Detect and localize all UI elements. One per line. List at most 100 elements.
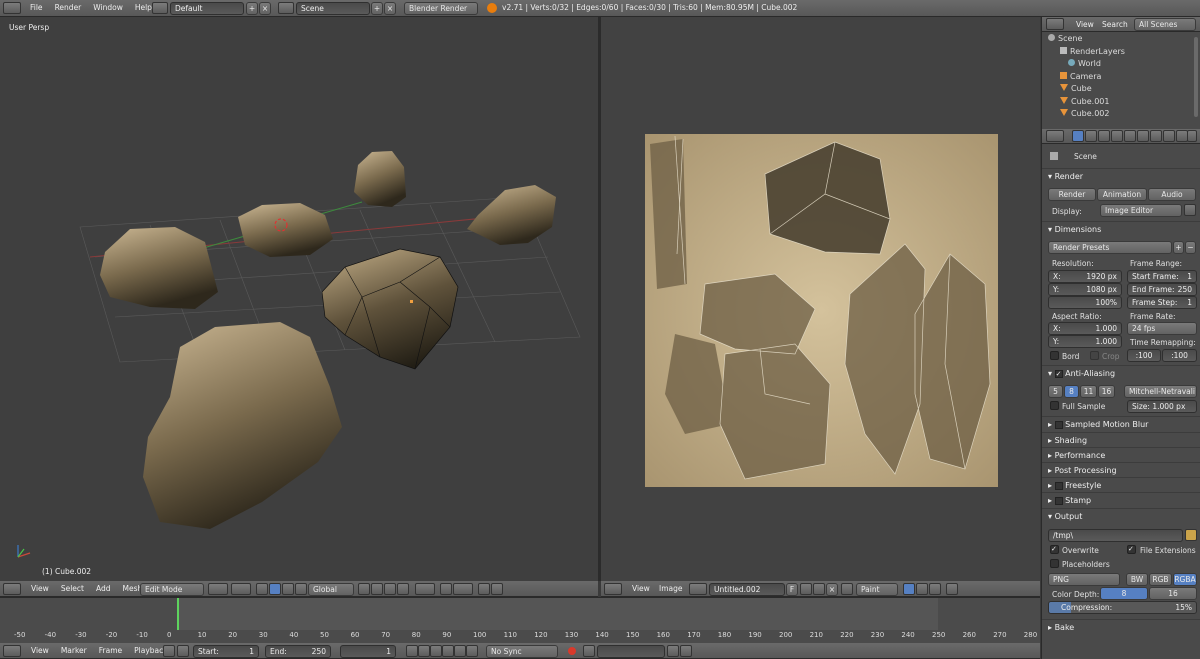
color-mode-rgba[interactable]: RGBA — [1173, 573, 1197, 586]
scene-icon[interactable] — [278, 2, 294, 14]
stamp-checkbox[interactable] — [1054, 496, 1063, 505]
frame-rate-dropdown[interactable]: 24 fps — [1127, 322, 1197, 335]
outliner-row-renderlayers[interactable]: RenderLayers — [1042, 46, 1192, 59]
channel-z-icon[interactable] — [929, 583, 941, 595]
image-unlink-button[interactable]: × — [826, 583, 838, 596]
opengl-render-icon[interactable] — [491, 583, 503, 595]
keying-set-field[interactable] — [597, 645, 665, 658]
properties-editor[interactable]: Scene ▾ Render Render Animation Audio Di… — [1041, 121, 1200, 659]
scene-field[interactable]: Scene — [296, 2, 370, 15]
menu-add[interactable]: Add — [90, 581, 117, 596]
render-engine-dropdown[interactable]: Blender Render — [404, 2, 478, 15]
sampled-motion-blur-panel[interactable]: ▸ Sampled Motion Blur — [1042, 416, 1200, 431]
paint-mode-dropdown[interactable]: Paint — [856, 583, 898, 596]
outliner-row-world[interactable]: World — [1042, 58, 1192, 71]
aspect-x-field[interactable]: X: 1.000 — [1048, 322, 1122, 335]
properties-type-icon[interactable] — [1046, 130, 1064, 142]
proportional-icon[interactable] — [415, 583, 435, 595]
insert-keyframe-icon[interactable] — [667, 645, 679, 657]
image-new-icon[interactable] — [800, 583, 812, 595]
sync-dropdown[interactable]: No Sync — [486, 645, 558, 658]
aa-samples-8[interactable]: 8 — [1064, 385, 1079, 398]
constraints-tab-icon[interactable] — [1137, 130, 1149, 142]
folder-icon[interactable] — [1185, 529, 1197, 541]
image-open-icon[interactable] — [813, 583, 825, 595]
start-frame-timeline-field[interactable]: Start: 1 — [193, 645, 259, 658]
scene-remove-button[interactable]: × — [384, 2, 396, 15]
crop-checkbox[interactable] — [1090, 351, 1099, 360]
menu-select[interactable]: Select — [55, 581, 90, 596]
timeline-editor-type-icon[interactable] — [3, 645, 21, 657]
shading-icon[interactable] — [208, 583, 228, 595]
outliner[interactable]: View Search All Scenes Scene RenderLayer… — [1041, 17, 1200, 121]
manipulator-icon[interactable] — [256, 583, 268, 595]
scene-add-button[interactable]: + — [371, 2, 383, 15]
display-dropdown[interactable]: Image Editor — [1100, 204, 1182, 217]
layer-icon[interactable] — [358, 583, 370, 595]
output-panel-header[interactable]: ▾ Output — [1042, 508, 1200, 523]
editor-type-icon[interactable] — [3, 583, 21, 595]
preset-add-button[interactable]: + — [1173, 241, 1184, 254]
delete-keyframe-icon[interactable] — [680, 645, 692, 657]
layout-remove-button[interactable]: × — [259, 2, 271, 15]
layout-field[interactable]: Default — [170, 2, 244, 15]
pin-icon[interactable] — [841, 583, 853, 595]
aa-samples-16[interactable]: 16 — [1098, 385, 1115, 398]
render-presets-dropdown[interactable]: Render Presets — [1048, 241, 1172, 254]
uv-texture-canvas[interactable] — [645, 134, 998, 487]
keying-set-icon[interactable] — [583, 645, 595, 657]
full-sample-checkbox[interactable] — [1050, 401, 1059, 410]
menu-view[interactable]: View — [25, 581, 55, 596]
resolution-y-field[interactable]: Y: 1080 px — [1048, 283, 1122, 296]
bake-panel[interactable]: ▸ Bake — [1042, 619, 1200, 634]
audio-button[interactable]: Audio — [1148, 188, 1196, 201]
layout-icon[interactable] — [152, 2, 168, 14]
outliner-filter-dropdown[interactable]: All Scenes — [1134, 18, 1196, 31]
resolution-x-field[interactable]: X: 1920 px — [1048, 270, 1122, 283]
vertex-select-icon[interactable] — [371, 583, 383, 595]
outliner-row-cube[interactable]: Cube — [1042, 83, 1192, 96]
timeline-menu-frame[interactable]: Frame — [93, 643, 128, 658]
aspect-y-field[interactable]: Y: 1.000 — [1048, 335, 1122, 348]
record-icon[interactable] — [568, 647, 576, 655]
remap-new-field[interactable]: :100 — [1162, 349, 1197, 362]
color-depth-8[interactable]: 8 — [1100, 587, 1148, 600]
remap-old-field[interactable]: :100 — [1127, 349, 1161, 362]
outliner-row-camera[interactable]: Camera — [1042, 71, 1192, 84]
anti-aliasing-checkbox[interactable]: ✓ — [1054, 369, 1063, 378]
viewport-scene[interactable] — [0, 17, 598, 581]
aa-samples-5[interactable]: 5 — [1048, 385, 1063, 398]
performance-panel[interactable]: ▸ Performance — [1042, 447, 1200, 462]
scene-tab-icon[interactable] — [1098, 130, 1110, 142]
freestyle-checkbox[interactable] — [1054, 481, 1063, 490]
world-tab-icon[interactable] — [1111, 130, 1123, 142]
modifiers-tab-icon[interactable] — [1150, 130, 1162, 142]
render-tab-icon[interactable] — [1072, 130, 1084, 142]
animation-button[interactable]: Animation — [1097, 188, 1147, 201]
output-path-field[interactable]: /tmp\ — [1048, 529, 1183, 542]
resolution-percent-field[interactable]: 100% — [1048, 296, 1122, 309]
pivot-icon[interactable] — [231, 583, 251, 595]
aa-filter-dropdown[interactable]: Mitchell-Netravali — [1124, 385, 1197, 398]
rotate-icon[interactable] — [282, 583, 294, 595]
channel-rgb-icon[interactable] — [903, 583, 915, 595]
image-browse-icon[interactable] — [689, 583, 707, 595]
uv-editor-type-icon[interactable] — [604, 583, 622, 595]
stamp-panel[interactable]: ▸ Stamp — [1042, 492, 1200, 507]
info-editor-icon[interactable] — [3, 2, 21, 14]
motion-blur-checkbox[interactable] — [1054, 420, 1063, 429]
jump-start-icon[interactable] — [406, 645, 418, 657]
play-icon[interactable] — [442, 645, 454, 657]
snap-icon[interactable] — [440, 583, 452, 595]
end-frame-timeline-field[interactable]: End: 250 — [265, 645, 331, 658]
fake-user-button[interactable]: F — [786, 583, 798, 596]
color-depth-16[interactable]: 16 — [1149, 587, 1197, 600]
next-keyframe-icon[interactable] — [454, 645, 466, 657]
render-button[interactable]: Render — [1048, 188, 1096, 201]
outliner-scrollbar[interactable] — [1194, 37, 1198, 117]
menu-window[interactable]: Window — [87, 0, 129, 15]
object-tab-icon[interactable] — [1124, 130, 1136, 142]
dimensions-panel-header[interactable]: ▾ Dimensions — [1042, 221, 1200, 236]
image-name-field[interactable]: Untitled.002 — [709, 583, 785, 596]
preview-range-icon[interactable] — [163, 645, 175, 657]
